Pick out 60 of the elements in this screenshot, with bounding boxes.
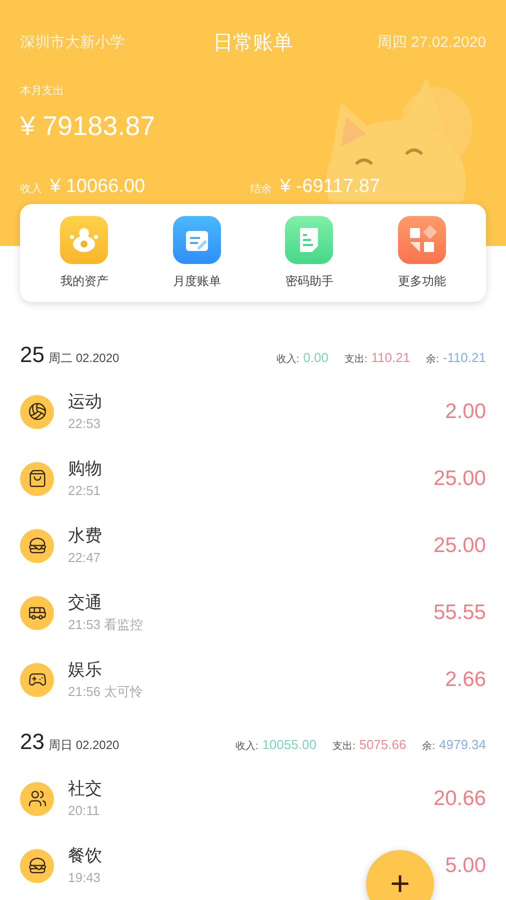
day-income: 10055.00 [262, 736, 316, 754]
shopping-bag-icon [20, 462, 54, 496]
day-number: 25 [20, 341, 44, 369]
entry-time: 22:47 [68, 548, 102, 566]
expense-label: 支出: [332, 740, 356, 754]
feature-button[interactable]: 更多功能 [398, 272, 446, 290]
income-amount: ¥ 10066.00 [50, 174, 146, 198]
day-number: 23 [20, 728, 44, 756]
burger-icon [20, 528, 54, 562]
people-icon [20, 782, 54, 816]
entry-amount: 2.00 [445, 398, 486, 425]
entry-time: 21:56 太可怜 [68, 682, 144, 700]
entry-amount: 25.00 [433, 466, 486, 492]
grid-icon [398, 216, 446, 264]
category-name: 娱乐 [68, 658, 103, 680]
entry-amount: 55.55 [433, 600, 486, 626]
balance-label: 余: [426, 353, 439, 367]
entry-amount: 5.00 [445, 852, 486, 879]
month-expense-label: 本月支出 [20, 85, 64, 97]
expense-label: 支出: [344, 352, 368, 367]
entry-amount: 25.00 [433, 532, 486, 559]
category-name: 社交 [68, 778, 102, 800]
day-balance: -110.21 [442, 349, 486, 367]
balance-amount: ¥ -69117.87 [280, 174, 380, 198]
month-expense-amount: ¥ 79183.87 [20, 111, 156, 141]
entry-amount: 2.66 [445, 666, 486, 693]
document-icon [285, 216, 334, 264]
day-expense: 5075.66 [359, 736, 406, 754]
entry-time: 22:51 [68, 482, 102, 500]
day-date: 周二 02.2020 [48, 350, 120, 367]
category-name: 运动 [68, 390, 102, 412]
screen-title: 日常账单 [213, 31, 293, 56]
category-name: 购物 [68, 458, 102, 480]
balance-label: 结余 [250, 182, 272, 196]
day-expense: 110.21 [371, 349, 410, 367]
notepad-icon [172, 216, 221, 264]
feature-button[interactable]: 月度账单 [172, 272, 221, 290]
entry-time: 21:53 看监控 [68, 616, 144, 634]
category-name: 交通 [68, 592, 103, 614]
category-name: 餐饮 [68, 844, 102, 866]
income-label: 收入 [20, 182, 42, 196]
entry-time: 19:43 [68, 868, 102, 886]
bus-icon [20, 596, 54, 630]
income-label: 收入: [276, 352, 300, 367]
feature-button[interactable]: 密码助手 [285, 272, 334, 290]
gamepad-icon [20, 662, 54, 696]
add-button[interactable]: + [366, 850, 434, 900]
day-date: 周日 02.2020 [48, 737, 120, 754]
income-label: 收入: [235, 740, 258, 754]
entry-time: 20:11 [68, 802, 101, 820]
day-income: 0.00 [303, 349, 328, 367]
balance-label: 余: [422, 740, 435, 754]
entry-amount: 20.66 [433, 786, 486, 812]
burger-icon [20, 848, 54, 882]
location-text: 深圳市大新小学 [20, 32, 126, 53]
feature-button[interactable]: 我的资产 [60, 272, 108, 290]
category-name: 水费 [68, 524, 102, 546]
day-balance: 4979.34 [439, 736, 486, 754]
date-text: 周四 27.02.2020 [376, 32, 486, 53]
entry-time: 22:53 [68, 414, 102, 432]
